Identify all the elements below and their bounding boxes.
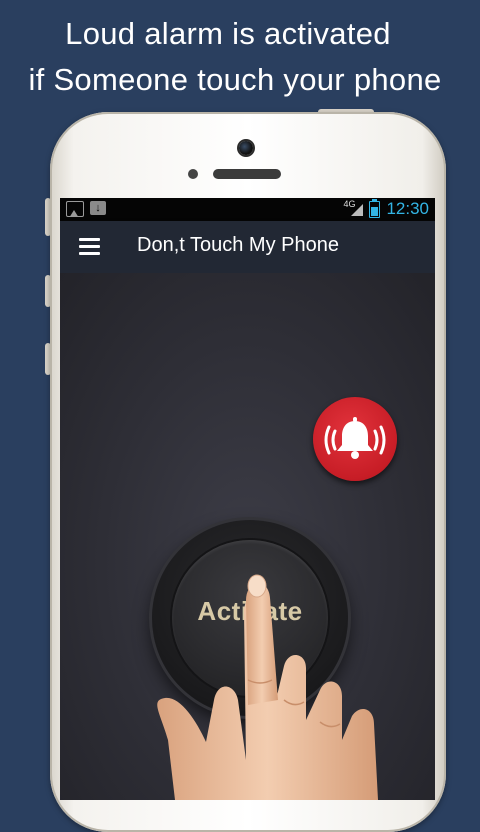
hand-illustration — [157, 574, 378, 800]
